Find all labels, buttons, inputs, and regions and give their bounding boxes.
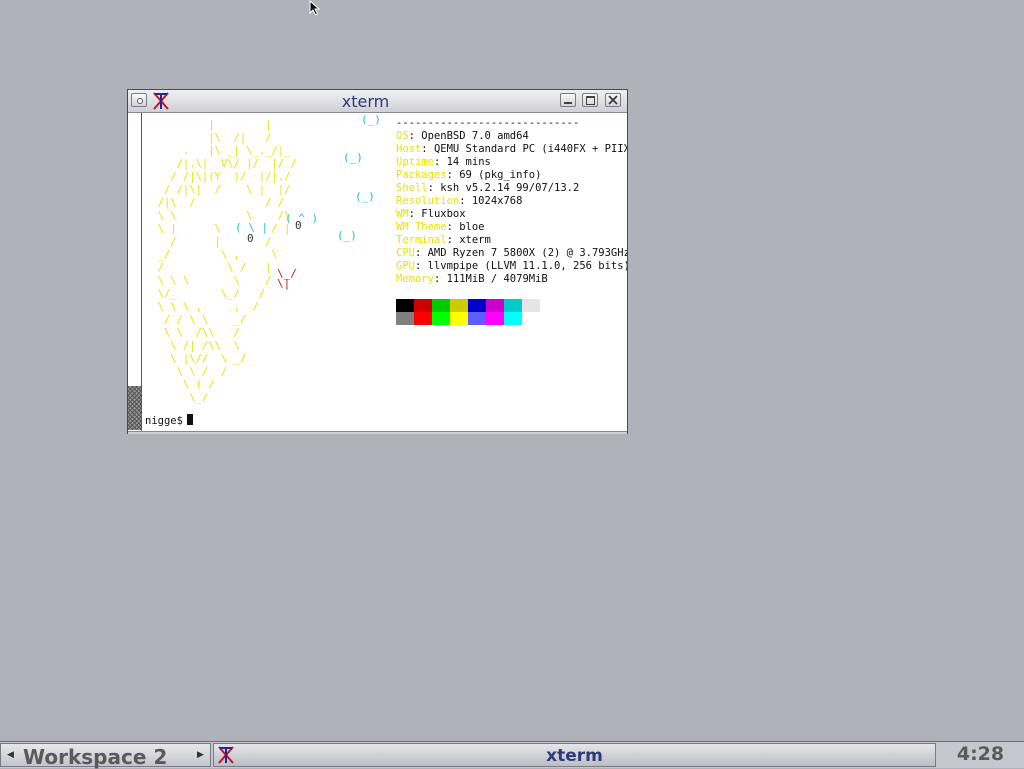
info-line: Host: QEMU Standard PC (i440FX + PIIX xyxy=(396,143,627,156)
color-swatch xyxy=(486,312,504,325)
info-line: Memory: 111MiB / 4079MiB xyxy=(396,273,627,286)
info-key: Uptime xyxy=(396,156,434,168)
window-menu-button[interactable] xyxy=(131,93,147,107)
maximize-button[interactable] xyxy=(582,93,598,107)
info-value: : AMD Ryzen 7 5800X (2) @ 3.793GHz xyxy=(414,247,627,259)
palette-row-bright xyxy=(396,312,540,325)
previous-workspace-icon[interactable]: ◀ xyxy=(7,750,14,760)
info-key: GPU xyxy=(396,260,415,272)
info-line: WM: Fluxbox xyxy=(396,208,627,221)
info-key: Host xyxy=(396,143,422,155)
info-value: : Fluxbox xyxy=(408,208,466,220)
eye-pupil-left: 0 xyxy=(247,232,254,245)
color-palette xyxy=(396,299,540,325)
bubble-icon: (_) xyxy=(337,229,357,242)
openbsd-puffy-ascii-art: | | |\ /| / . |\ _| \_._/|_ /|.\| V\/ |/… xyxy=(157,119,297,404)
window-bottom-handle[interactable] xyxy=(128,431,627,434)
info-line: GPU: llvmpipe (LLVM 11.1.0, 256 bits) xyxy=(396,260,627,273)
info-line: Terminal: xterm xyxy=(396,234,627,247)
color-swatch xyxy=(504,312,522,325)
color-swatch xyxy=(432,299,450,312)
bubble-icon: (_) xyxy=(355,190,375,203)
window-title: xterm xyxy=(341,92,390,111)
info-key: WM xyxy=(396,208,409,220)
info-key: WM Theme xyxy=(396,221,447,233)
color-swatch xyxy=(414,299,432,312)
info-value: : bloe xyxy=(446,221,485,233)
info-key: Packages xyxy=(396,169,447,181)
info-value: : OpenBSD 7.0 amd64 xyxy=(408,130,529,142)
info-value: : 69 (pkg_info) xyxy=(446,169,542,181)
next-workspace-icon[interactable]: ▶ xyxy=(197,750,204,760)
xterm-x-icon xyxy=(153,92,169,110)
shell-prompt[interactable]: nigge$ xyxy=(145,414,193,427)
info-value: : QEMU Standard PC (i440FX + PIIX xyxy=(421,143,627,155)
info-line: WM Theme: bloe xyxy=(396,221,627,234)
info-line: CPU: AMD Ryzen 7 5800X (2) @ 3.793GHz xyxy=(396,247,627,260)
color-swatch xyxy=(486,299,504,312)
taskbar: ◀ Workspace 2 ▶ xterm 4:28 xyxy=(0,741,1024,769)
info-value: : xterm xyxy=(446,234,491,246)
info-line: Packages: 69 (pkg_info) xyxy=(396,169,627,182)
info-key: Terminal xyxy=(396,234,447,246)
palette-row-normal xyxy=(396,299,540,312)
info-value: : 14 mins xyxy=(433,156,491,168)
workspace-name[interactable]: Workspace 2 xyxy=(23,745,167,769)
close-button[interactable] xyxy=(605,93,621,107)
puffy-mouth: \_/ \| xyxy=(277,267,297,290)
info-line: OS: OpenBSD 7.0 amd64 xyxy=(396,130,627,143)
bubble-icon: (_) xyxy=(361,113,381,126)
scrollbar-thumb[interactable] xyxy=(128,386,141,430)
terminal-scrollbar[interactable] xyxy=(128,113,142,433)
window-titlebar[interactable]: xterm xyxy=(128,90,627,113)
info-value: : 111MiB / 4079MiB xyxy=(433,273,548,285)
text-cursor xyxy=(186,414,193,425)
info-key: Shell xyxy=(396,182,428,194)
clock: 4:28 xyxy=(956,743,1005,765)
info-key: Resolution xyxy=(396,195,460,207)
color-swatch xyxy=(468,312,486,325)
taskbar-item-label: xterm xyxy=(546,746,603,766)
minimize-button[interactable] xyxy=(560,93,576,107)
color-swatch xyxy=(396,312,414,325)
info-key: Memory xyxy=(396,273,434,285)
terminal-area[interactable]: | | |\ /| / . |\ _| \_._/|_ /|.\| V\/ |/… xyxy=(143,113,627,431)
color-swatch xyxy=(504,299,522,312)
color-swatch xyxy=(396,299,414,312)
bubble-icon: (_) xyxy=(343,151,363,164)
color-swatch xyxy=(522,312,540,325)
info-key: CPU xyxy=(396,247,415,259)
color-swatch xyxy=(432,312,450,325)
info-line: Shell: ksh v5.2.14 99/07/13.2 xyxy=(396,182,627,195)
info-value: : 1024x768 xyxy=(459,195,523,207)
eye-pupil-right: 0 xyxy=(295,219,302,232)
xterm-window[interactable]: xterm | | |\ /| / . |\ _| \_._/|_ /|.\| … xyxy=(127,89,628,434)
info-value: : ksh v5.2.14 99/07/13.2 xyxy=(427,182,580,194)
taskbar-item-xterm[interactable]: xterm xyxy=(213,743,936,767)
info-line: ----------------------------- xyxy=(396,117,627,130)
color-swatch xyxy=(414,312,432,325)
workspace-switcher[interactable]: ◀ Workspace 2 ▶ xyxy=(0,743,211,769)
color-swatch xyxy=(468,299,486,312)
info-line: Resolution: 1024x768 xyxy=(396,195,627,208)
color-swatch xyxy=(450,299,468,312)
close-icon xyxy=(608,95,618,105)
color-swatch xyxy=(450,312,468,325)
info-value: ----------------------------- xyxy=(396,117,580,129)
color-swatch xyxy=(522,299,540,312)
info-line: Uptime: 14 mins xyxy=(396,156,627,169)
prompt-text: nigge$ xyxy=(145,415,183,427)
info-value: : llvmpipe (LLVM 11.1.0, 256 bits) xyxy=(414,260,627,272)
mouse-pointer-icon xyxy=(309,0,321,16)
info-key: OS xyxy=(396,130,409,142)
system-info: ----------------------------- OS: OpenBSD… xyxy=(396,117,627,286)
